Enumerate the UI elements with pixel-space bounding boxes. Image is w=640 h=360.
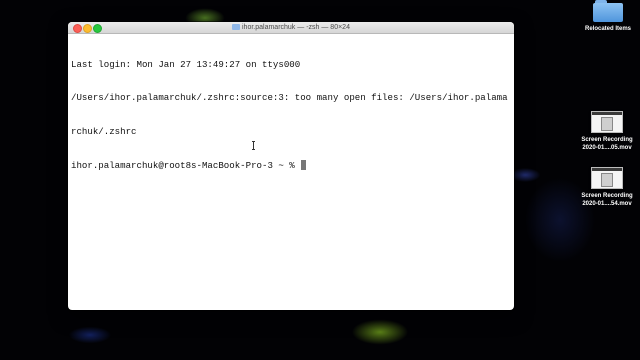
title-bar[interactable]: ihor.palamarchuk — -zsh — 80×24: [68, 22, 514, 34]
desktop-item-label: Screen Recording: [581, 137, 633, 143]
desktop-item-label: Relocated Items: [584, 26, 632, 32]
desktop-item-label: 2020-01....54.mov: [582, 200, 632, 207]
window-title-text: ihor.palamarchuk — -zsh — 80×24: [242, 24, 350, 31]
terminal-prompt-line[interactable]: ihor.palamarchuk@root8s-MacBook-Pro-3 ~ …: [71, 160, 511, 171]
home-folder-icon: [232, 24, 240, 30]
terminal-window[interactable]: ihor.palamarchuk — -zsh — 80×24 Last log…: [68, 22, 514, 310]
desktop-item-label: 2020-01....05.mov: [582, 144, 632, 151]
terminal-line: rchuk/.zshrc: [71, 126, 137, 138]
text-cursor: [301, 160, 307, 171]
desktop-item-label: Screen Recording: [581, 193, 633, 199]
video-thumbnail-icon: [591, 167, 623, 189]
video-thumbnail-icon: [591, 111, 623, 133]
desktop-item-relocated-items[interactable]: Relocated Items: [578, 0, 638, 34]
shell-prompt: ihor.palamarchuk@root8s-MacBook-Pro-3 ~ …: [71, 160, 301, 172]
terminal-line: /Users/ihor.palamarchuk/.zshrc:source:3:…: [71, 92, 508, 104]
ibeam-cursor-icon: [252, 141, 255, 150]
desktop-item-screen-recording-1[interactable]: Screen Recording 2020-01....05.mov: [576, 111, 638, 152]
terminal-output[interactable]: Last login: Mon Jan 27 13:49:27 on ttys0…: [68, 34, 514, 196]
desktop: ihor.palamarchuk — -zsh — 80×24 Last log…: [0, 0, 640, 360]
folder-icon: [593, 0, 623, 22]
window-title: ihor.palamarchuk — -zsh — 80×24: [68, 22, 514, 33]
terminal-line: Last login: Mon Jan 27 13:49:27 on ttys0…: [71, 58, 301, 70]
desktop-item-screen-recording-2[interactable]: Screen Recording 2020-01....54.mov: [576, 167, 638, 208]
